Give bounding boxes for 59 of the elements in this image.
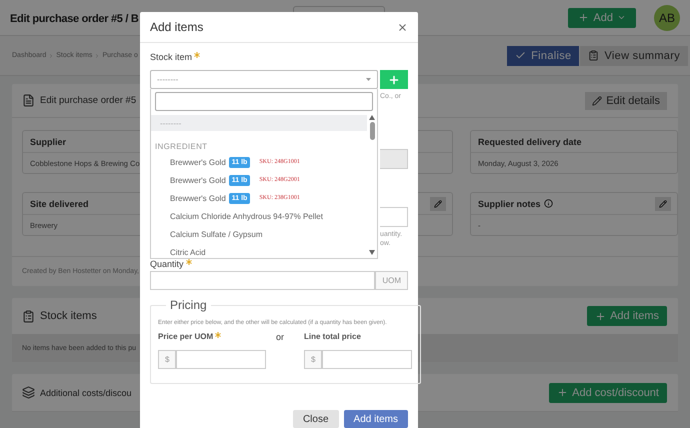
add-items-button[interactable]: Add items: [344, 410, 408, 428]
card-title: Edit purchase order #5: [40, 95, 136, 106]
group-label: INGREDIENT: [154, 141, 208, 153]
plus-icon: [578, 12, 590, 23]
detail-label: Requested delivery date: [478, 136, 582, 146]
clipboard-icon: [22, 310, 35, 322]
pencil-icon: [434, 200, 442, 208]
edit-details-button[interactable]: Edit details: [585, 92, 667, 110]
document-icon: [22, 94, 35, 107]
clipboard-icon: [588, 50, 600, 61]
caret-icon: [366, 78, 371, 81]
required-asterisk-icon: [186, 259, 192, 265]
summary-button[interactable]: View summary: [580, 46, 688, 66]
user-avatar[interactable]: AB: [654, 4, 680, 30]
dropdown-option[interactable]: Citric Acid: [151, 243, 367, 258]
dropdown-option[interactable]: Calcium Chloride Anhydrous 94-97% Pellet: [151, 207, 367, 225]
field-label: Stock item: [150, 52, 408, 64]
plus-icon: [595, 310, 606, 322]
pencil-icon: [659, 200, 667, 208]
or-text: or: [276, 332, 286, 342]
card-title: Stock items: [40, 310, 97, 322]
scrollbar-thumb[interactable]: [370, 122, 374, 140]
dialog-title: Add items: [150, 20, 204, 34]
pencil-icon: [592, 96, 602, 106]
page-title: Edit purchase order #5 / B: [10, 12, 139, 24]
input-field[interactable]: [380, 207, 408, 227]
info-icon: [544, 199, 553, 208]
plus-icon: [388, 74, 400, 86]
caret-icon: [617, 13, 626, 22]
dropdown-option[interactable]: Calcium Sulfate / Gypsum: [151, 225, 367, 243]
detail-label: Site delivered: [30, 198, 89, 208]
finalise-button[interactable]: Finalise: [507, 46, 580, 66]
scroll-up-icon[interactable]: [369, 115, 375, 120]
pricing-legend: Pricing: [166, 298, 211, 312]
plus-icon: [557, 387, 568, 398]
field-label: Quantity: [150, 259, 408, 271]
disabled-field: [380, 149, 408, 169]
dropdown-option[interactable]: --------: [151, 115, 367, 131]
detail-label: Supplier notes: [478, 198, 541, 208]
stock-item-select[interactable]: --------: [150, 70, 378, 89]
close-icon[interactable]: [397, 22, 408, 32]
chevron-right-icon: [48, 52, 54, 58]
dropdown-search-field[interactable]: [155, 92, 373, 111]
layers-icon: [22, 386, 35, 399]
edit-button[interactable]: [430, 196, 446, 210]
add-items-button[interactable]: Add items: [587, 306, 667, 326]
field-label: Line total price: [304, 332, 362, 343]
scroll-down-icon[interactable]: [369, 250, 375, 255]
detail-label: Supplier: [30, 136, 66, 146]
close-button[interactable]: Close: [292, 410, 339, 428]
check-icon: [515, 50, 526, 61]
add-cost-button[interactable]: Add cost/discount: [549, 382, 667, 402]
required-asterisk-icon: [215, 332, 222, 338]
add-dropdown-button[interactable]: Add: [568, 8, 636, 28]
card-title: Additional costs/discou: [40, 388, 132, 398]
required-asterisk-icon: [194, 52, 200, 58]
edit-button[interactable]: [655, 196, 671, 210]
field-label: Price per UOM: [158, 332, 266, 344]
chevron-right-icon: [94, 52, 100, 58]
